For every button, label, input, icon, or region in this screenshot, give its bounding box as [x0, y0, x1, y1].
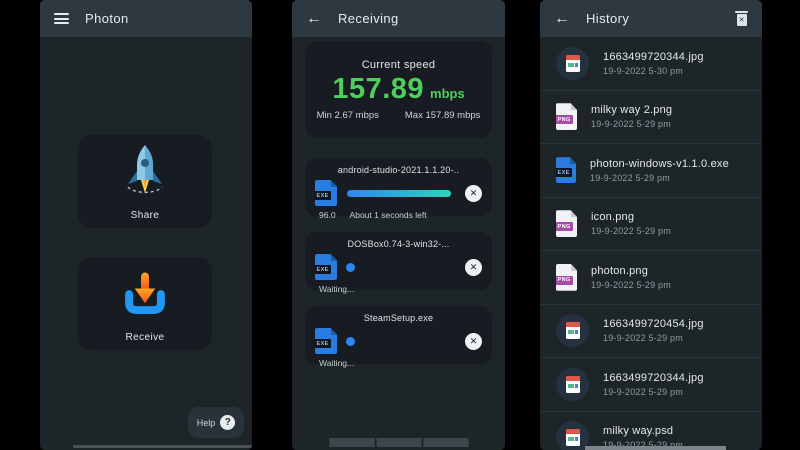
screen-receiving: ← Receiving Current speed 157.89 mbps Mi…: [292, 0, 505, 450]
transfer-card: DOSBox0.74-3-win32-... EXE ✕ Waiting...: [305, 232, 492, 290]
transfer-status-text: Waiting...: [319, 358, 354, 368]
transfer-filename: DOSBox0.74-3-win32-...: [315, 239, 482, 249]
back-icon[interactable]: ←: [306, 11, 322, 27]
file-type-icon: [556, 314, 589, 347]
history-row[interactable]: EXE photon-windows-v1.1.0.exe 19-9-2022 …: [540, 144, 762, 198]
page-title-history: History: [586, 11, 629, 26]
help-button[interactable]: Help ?: [188, 407, 244, 438]
app-title: Photon: [85, 11, 129, 26]
share-button[interactable]: Share: [78, 135, 212, 228]
help-label: Help: [197, 418, 216, 428]
waiting-dot-icon: [346, 337, 355, 346]
android-nav-keys[interactable]: [329, 438, 468, 447]
history-row[interactable]: 1663499720454.jpg 19-9-2022 5-29 pm: [540, 305, 762, 359]
history-date: 19-9-2022 5-29 pm: [603, 333, 704, 343]
history-filename: 1663499720344.jpg: [603, 51, 704, 63]
nav-gesture-bar: [585, 446, 726, 450]
history-row[interactable]: milky way.psd 19-9-2022 5-29 pm: [540, 412, 762, 450]
history-filename: milky way.psd: [603, 425, 683, 437]
transfer-status-text: Waiting...: [319, 284, 354, 294]
history-filename: milky way 2.png: [591, 104, 672, 116]
screen-photon-home: Photon Share: [40, 0, 252, 450]
history-row[interactable]: 1663499720344.jpg 19-9-2022 5-29 pm: [540, 358, 762, 412]
history-date: 19-9-2022 5-29 pm: [591, 280, 671, 290]
file-exe-icon: EXE: [315, 254, 337, 280]
share-label: Share: [131, 210, 160, 221]
nav-key[interactable]: [376, 438, 421, 447]
nav-gesture-bar: [73, 445, 252, 448]
download-icon: [120, 257, 170, 328]
speed-min: Min 2.67 mbps: [317, 110, 379, 121]
cancel-transfer-button[interactable]: ✕: [465, 333, 482, 350]
history-filename: 1663499720344.jpg: [603, 372, 704, 384]
progress-bar: [347, 190, 455, 197]
cancel-transfer-button[interactable]: ✕: [465, 185, 482, 202]
delete-history-icon[interactable]: ✕: [735, 11, 748, 27]
file-type-icon: [556, 47, 589, 80]
history-date: 19-9-2022 5-29 pm: [591, 226, 671, 236]
menu-icon[interactable]: [54, 13, 69, 24]
file-type-icon: EXE: [556, 157, 576, 183]
file-exe-icon: EXE: [315, 328, 337, 354]
question-mark-icon: ?: [220, 415, 235, 430]
page-title-receiving: Receiving: [338, 11, 399, 26]
rocket-icon: [119, 135, 171, 206]
transfer-filename: android-studio-2021.1.1.20-..: [315, 165, 482, 175]
screen-history: ← History ✕ 1663499720344.jpg 19-9-2022 …: [540, 0, 762, 450]
history-row[interactable]: PNG photon.png 19-9-2022 5-29 pm: [540, 251, 762, 305]
history-date: 19-9-2022 5-29 pm: [603, 387, 704, 397]
history-date: 19-9-2022 5-29 pm: [590, 173, 729, 183]
appbar-history: ← History ✕: [540, 0, 762, 37]
receive-label: Receive: [126, 332, 165, 343]
history-filename: photon.png: [591, 265, 671, 277]
history-date: 19-9-2022 5-29 pm: [591, 119, 672, 129]
back-icon[interactable]: ←: [554, 11, 570, 27]
history-list: 1663499720344.jpg 19-9-2022 5-30 pm PNG …: [540, 37, 762, 450]
waiting-dot-icon: [346, 263, 355, 272]
file-type-icon: [556, 368, 589, 401]
file-exe-icon: EXE: [315, 180, 337, 206]
speed-unit: mbps: [430, 86, 465, 101]
speed-card: Current speed 157.89 mbps Min 2.67 mbps …: [305, 41, 492, 138]
file-type-icon: PNG: [556, 210, 577, 237]
appbar-receiving: ← Receiving: [292, 0, 505, 37]
speed-max: Max 157.89 mbps: [405, 110, 481, 121]
receive-button[interactable]: Receive: [78, 257, 212, 350]
speed-value: 157.89: [332, 73, 424, 106]
file-type-icon: PNG: [556, 103, 577, 130]
history-row[interactable]: PNG milky way 2.png 19-9-2022 5-29 pm: [540, 91, 762, 145]
speed-label: Current speed: [362, 59, 436, 71]
cancel-transfer-button[interactable]: ✕: [465, 259, 482, 276]
history-date: 19-9-2022 5-30 pm: [603, 66, 704, 76]
transfer-progress-value: 96.0: [319, 210, 336, 220]
transfer-status-text: About 1 seconds left: [350, 210, 427, 220]
nav-key[interactable]: [423, 438, 468, 447]
transfer-card: SteamSetup.exe EXE ✕ Waiting...: [305, 306, 492, 364]
transfer-filename: SteamSetup.exe: [315, 313, 482, 323]
file-type-icon: PNG: [556, 264, 577, 291]
history-row[interactable]: 1663499720344.jpg 19-9-2022 5-30 pm: [540, 37, 762, 91]
appbar-home: Photon: [40, 0, 252, 37]
history-row[interactable]: PNG icon.png 19-9-2022 5-29 pm: [540, 198, 762, 252]
transfer-card: android-studio-2021.1.1.20-.. EXE ✕ 96.0…: [305, 158, 492, 216]
history-filename: photon-windows-v1.1.0.exe: [590, 158, 729, 170]
nav-key[interactable]: [329, 438, 374, 447]
history-filename: 1663499720454.jpg: [603, 318, 704, 330]
history-filename: icon.png: [591, 211, 671, 223]
